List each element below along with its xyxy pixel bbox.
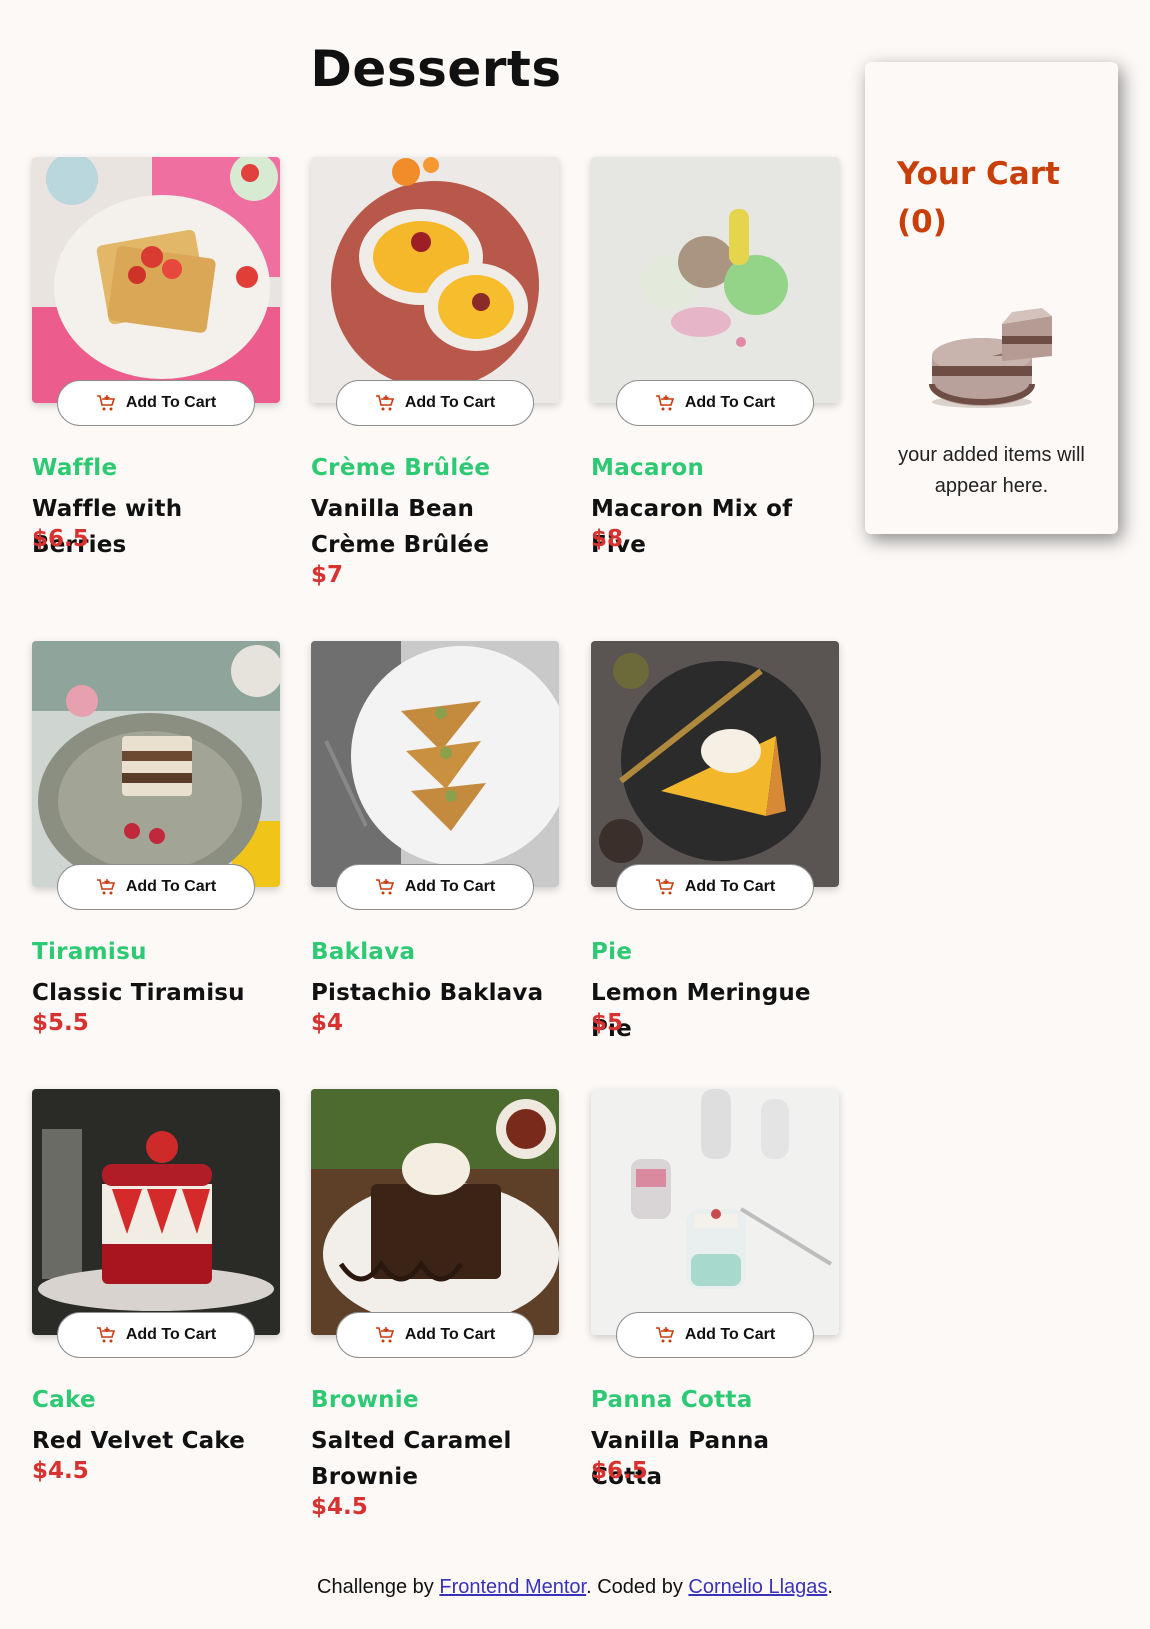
product-name: Vanilla Bean Crème Brûlée <box>311 496 490 558</box>
cart-title-label: Your Cart <box>897 156 1060 192</box>
add-to-cart-button[interactable]: Add To Cart <box>57 1312 255 1358</box>
product-category: Brownie <box>311 1387 419 1413</box>
product-name: Salted Caramel Brownie <box>311 1428 512 1490</box>
add-cart-icon <box>655 394 675 412</box>
product-card-macaron: Add To Cart Macaron Macaron Mix of Five … <box>591 157 839 558</box>
product-name: Macaron Mix of Five <box>591 496 793 558</box>
product-price: $5 <box>591 1010 624 1036</box>
product-image-tiramisu <box>32 641 280 887</box>
add-to-cart-button[interactable]: Add To Cart <box>57 380 255 426</box>
page-title: Desserts <box>310 40 562 98</box>
add-cart-icon <box>655 1326 675 1344</box>
footer-suffix: . <box>827 1576 833 1598</box>
product-image-baklava <box>311 641 559 887</box>
product-card-creme-brulee: Add To Cart Crème Brûlée Vanilla Bean Cr… <box>311 157 559 588</box>
product-category: Cake <box>32 1387 96 1413</box>
product-image-waffle <box>32 157 280 403</box>
product-name: Classic Tiramisu <box>32 980 245 1006</box>
product-price: $7 <box>311 562 344 588</box>
product-price: $6.5 <box>591 1458 648 1484</box>
product-category: Tiramisu <box>32 939 147 965</box>
add-cart-icon <box>96 878 116 896</box>
add-cart-icon <box>655 878 675 896</box>
author-link[interactable]: Cornelio Llagas <box>688 1576 827 1598</box>
frontend-mentor-link[interactable]: Frontend Mentor <box>439 1576 586 1598</box>
product-card-pie: Add To Cart Pie Lemon Meringue Pie $5 <box>591 641 839 1042</box>
cart-empty-message: your added items will appear here. <box>898 444 1085 497</box>
product-card-waffle: Add To Cart Waffle Waffle with Berries $… <box>32 157 280 558</box>
add-to-cart-button[interactable]: Add To Cart <box>616 864 814 910</box>
product-card-tiramisu: Add To Cart Tiramisu Classic Tiramisu $5… <box>32 641 280 1036</box>
product-card-baklava: Add To Cart Baklava Pistachio Baklava $4 <box>311 641 559 1036</box>
product-category: Baklava <box>311 939 416 965</box>
product-category: Pie <box>591 939 633 965</box>
product-price: $4.5 <box>32 1458 89 1484</box>
add-to-cart-button[interactable]: Add To Cart <box>336 380 534 426</box>
product-card-panna-cotta: Add To Cart Panna Cotta Vanilla Panna Co… <box>591 1089 839 1490</box>
product-image-pie <box>591 641 839 887</box>
product-category: Crème Brûlée <box>311 455 491 481</box>
product-category: Waffle <box>32 455 118 481</box>
footer-middle: . Coded by <box>586 1576 689 1598</box>
add-to-cart-button[interactable]: Add To Cart <box>616 1312 814 1358</box>
cart-title: Your Cart (0) <box>897 150 1097 246</box>
product-price: $8 <box>591 526 624 552</box>
cart-count: (0) <box>897 204 947 240</box>
product-image-brownie <box>311 1089 559 1335</box>
footer-prefix: Challenge by <box>317 1576 440 1598</box>
add-to-cart-button[interactable]: Add To Cart <box>336 1312 534 1358</box>
add-cart-icon <box>96 1326 116 1344</box>
product-category: Panna Cotta <box>591 1387 753 1413</box>
product-category: Macaron <box>591 455 705 481</box>
product-price: $5.5 <box>32 1010 89 1036</box>
cart-panel: Your Cart (0) your added items will appe… <box>865 62 1118 534</box>
product-card-brownie: Add To Cart Brownie Salted Caramel Brown… <box>311 1089 559 1520</box>
product-price: $6.5 <box>32 526 89 552</box>
add-cart-icon <box>375 878 395 896</box>
empty-cart-cake-icon <box>927 306 1057 421</box>
product-name: Pistachio Baklava <box>311 980 544 1006</box>
product-image-cake <box>32 1089 280 1335</box>
add-cart-icon <box>96 394 116 412</box>
product-name: Red Velvet Cake <box>32 1428 246 1454</box>
attribution-footer: Challenge by Frontend Mentor. Coded by C… <box>0 1576 1150 1599</box>
product-image-creme-brulee <box>311 157 559 403</box>
product-image-macaron <box>591 157 839 403</box>
add-to-cart-button[interactable]: Add To Cart <box>616 380 814 426</box>
product-name: Lemon Meringue Pie <box>591 980 811 1042</box>
product-price: $4.5 <box>311 1494 368 1520</box>
product-price: $4 <box>311 1010 344 1036</box>
add-to-cart-button[interactable]: Add To Cart <box>336 864 534 910</box>
add-cart-icon <box>375 394 395 412</box>
product-card-cake: Add To Cart Cake Red Velvet Cake $4.5 <box>32 1089 280 1484</box>
add-to-cart-button[interactable]: Add To Cart <box>57 864 255 910</box>
add-cart-icon <box>375 1326 395 1344</box>
product-image-panna-cotta <box>591 1089 839 1335</box>
